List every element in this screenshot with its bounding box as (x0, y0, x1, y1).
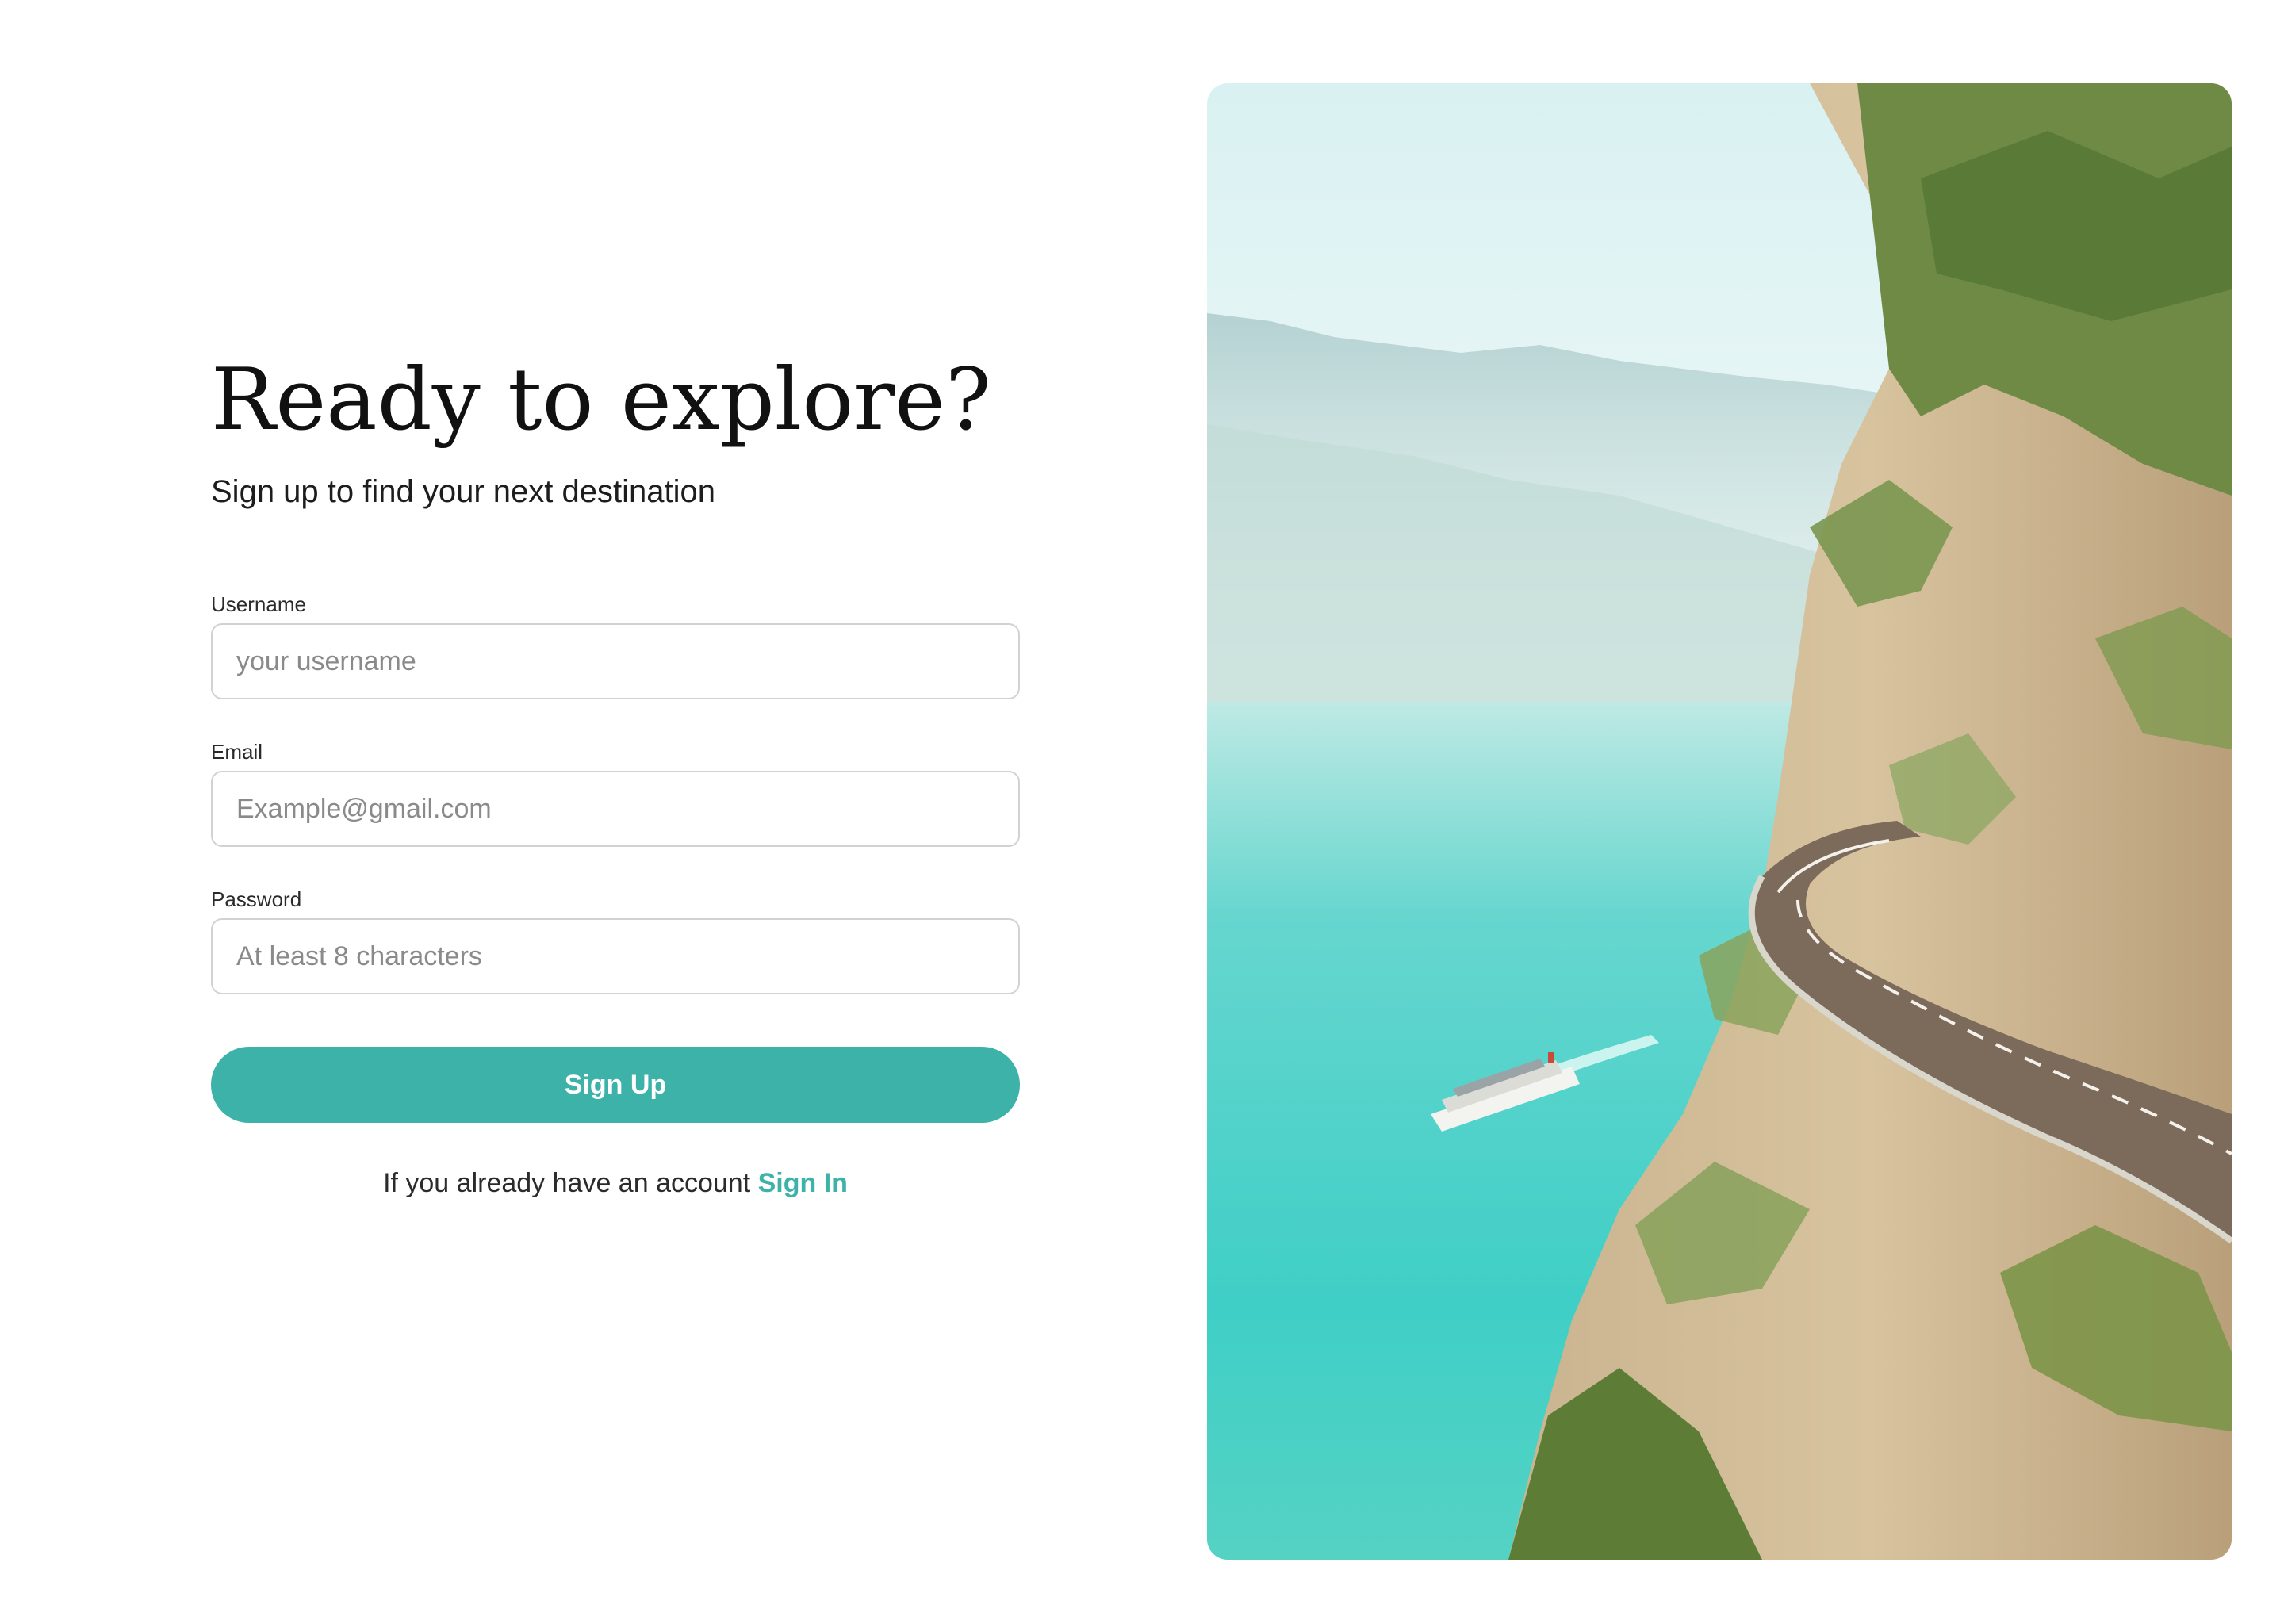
email-field-box[interactable] (211, 771, 1020, 847)
password-label: Password (211, 887, 302, 911)
email-label: Email (211, 740, 263, 764)
email-input[interactable] (236, 772, 1018, 845)
page-subtitle: Sign up to find your next destination (211, 474, 715, 509)
sign-up-button[interactable]: Sign Up (211, 1047, 1020, 1123)
username-input[interactable] (236, 625, 1018, 698)
signup-page: Ready to explore? Sign up to find your n… (0, 0, 2284, 1624)
hero-photo (1207, 83, 2232, 1560)
coastal-road-photo-icon (1207, 83, 2232, 1560)
signin-prompt-text: If you already have an account (383, 1168, 751, 1198)
username-field-box[interactable] (211, 623, 1020, 699)
page-title: Ready to explore? (211, 350, 991, 450)
sign-in-link[interactable]: Sign In (758, 1168, 848, 1198)
signup-form: Ready to explore? Sign up to find your n… (211, 0, 1020, 1624)
username-label: Username (211, 592, 306, 616)
signin-prompt: If you already have an account Sign In (211, 1164, 1020, 1202)
password-input[interactable] (236, 920, 1018, 993)
password-field-box[interactable] (211, 918, 1020, 994)
